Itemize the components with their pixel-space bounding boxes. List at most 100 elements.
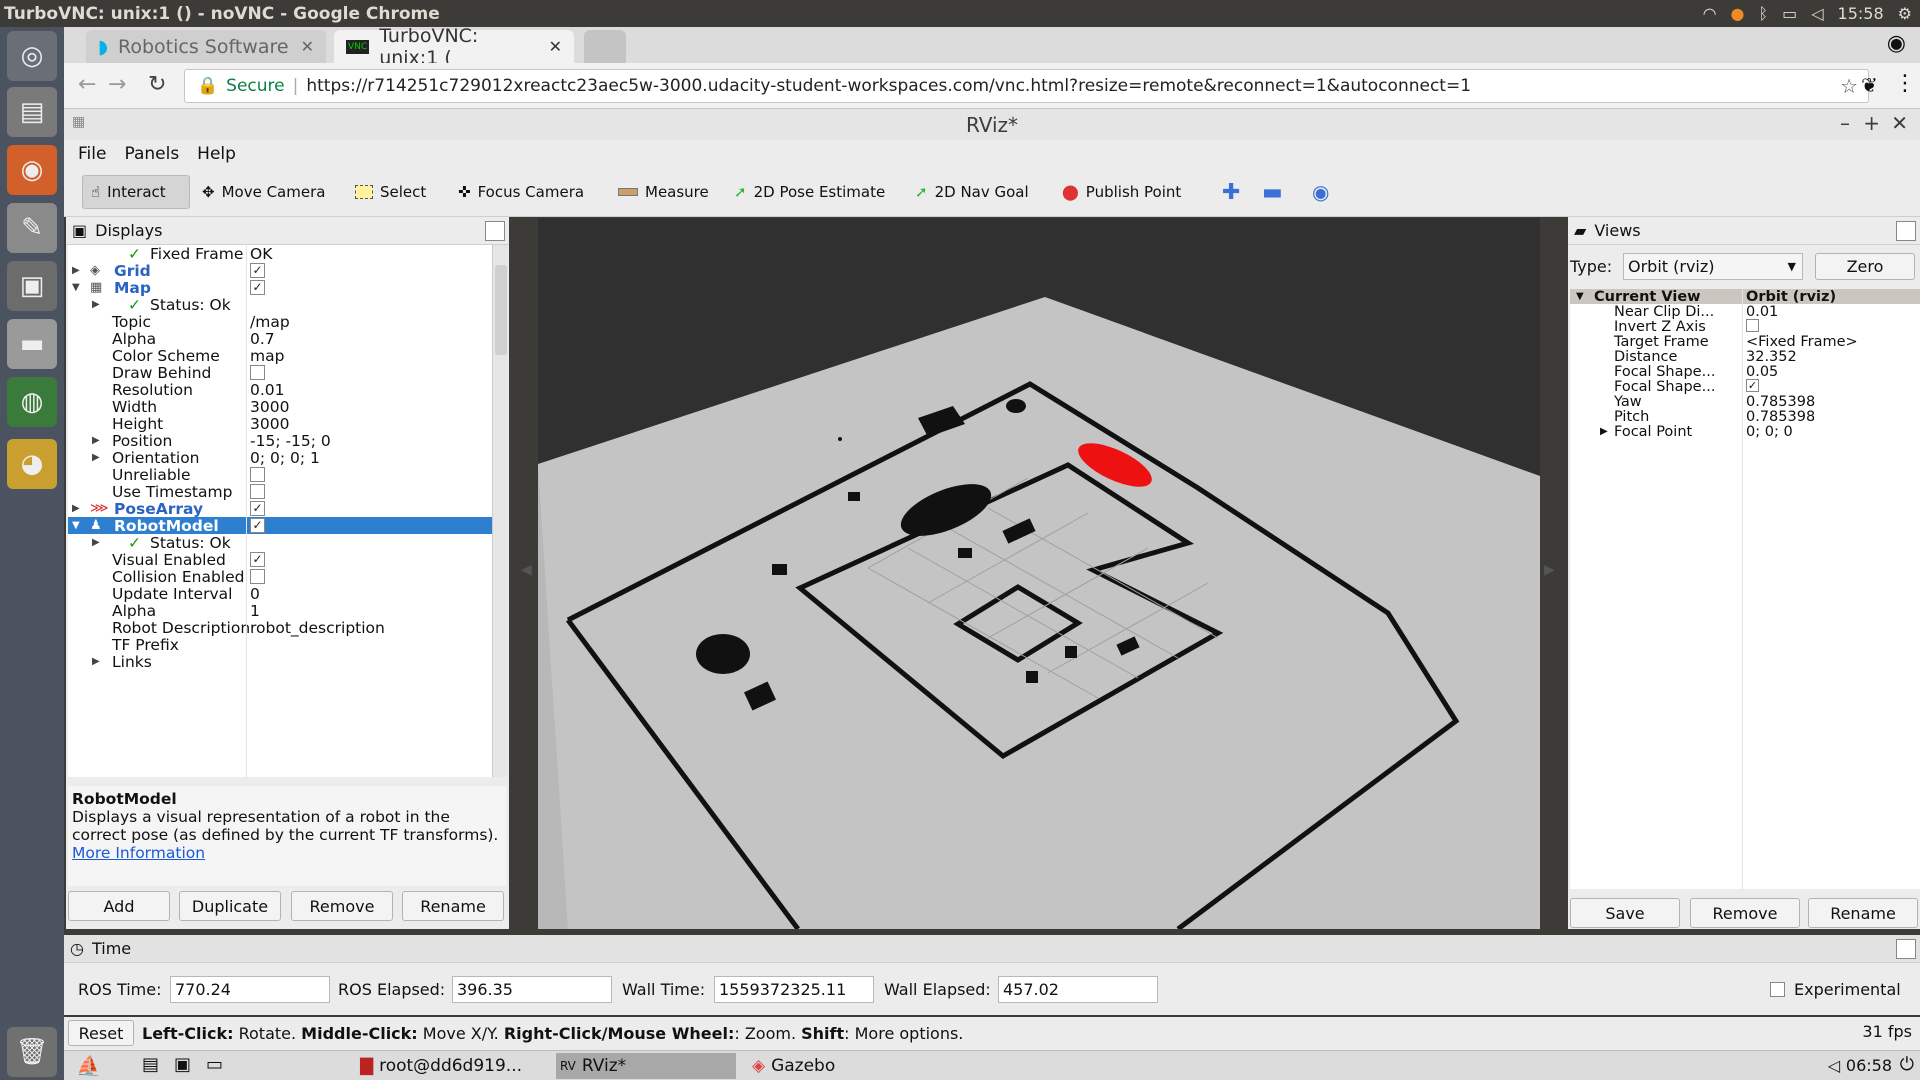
display-row-value[interactable]: ✓	[250, 501, 265, 516]
rename-view-button[interactable]: Rename	[1808, 898, 1918, 928]
collapse-left-icon[interactable]: ◀	[521, 562, 532, 578]
display-row[interactable]: Unreliable	[68, 466, 492, 484]
dash-icon[interactable]: ◎	[7, 31, 57, 81]
add-button[interactable]: Add	[68, 891, 170, 921]
display-row[interactable]: ▼ ▦ Map ✓	[68, 279, 492, 297]
view-type-select[interactable]: Orbit (rviz) ▼	[1623, 253, 1803, 280]
display-row-value[interactable]	[250, 569, 265, 584]
battery-icon[interactable]: ▭	[1782, 4, 1797, 23]
profile-icon[interactable]: ◉	[1887, 31, 1906, 56]
chevron-right-icon[interactable]: ▶	[92, 452, 100, 463]
tool-measure[interactable]: Measure	[610, 175, 717, 209]
menu-file[interactable]: File	[78, 144, 106, 164]
view-property-row[interactable]: Invert Z Axis	[1570, 319, 1920, 335]
display-row[interactable]: ✓ Fixed Frame OK	[68, 245, 492, 263]
tab-turbovnc[interactable]: VNC TurboVNC: unix:1 ( ✕	[334, 25, 574, 69]
chevron-down-icon[interactable]: ▼	[1576, 291, 1584, 302]
panel-float-button[interactable]	[1896, 220, 1916, 241]
text-editor-icon[interactable]: ✎	[7, 203, 57, 253]
taskbar-item-gazebo[interactable]: ◈ Gazebo	[752, 1053, 902, 1079]
terminal-icon[interactable]: ▣	[174, 1054, 191, 1075]
star-icon[interactable]: ☆	[1840, 74, 1858, 98]
display-row[interactable]: Draw Behind	[68, 364, 492, 382]
view-property-row[interactable]: Target Frame <Fixed Frame>	[1570, 334, 1920, 350]
tab-robotics[interactable]: ◗ Robotics Software ✕	[86, 30, 326, 63]
view-property-row[interactable]: ▼ Current View Orbit (rviz)	[1570, 289, 1920, 305]
volume-icon[interactable]: ◁	[1828, 1056, 1840, 1075]
rename-button[interactable]: Rename	[402, 891, 504, 921]
files-icon[interactable]: ▤	[7, 87, 57, 137]
chevron-right-icon[interactable]: ▶	[92, 537, 100, 548]
chrome-icon[interactable]: ◕	[7, 439, 57, 489]
start-icon[interactable]: ⛵	[76, 1054, 101, 1078]
taskbar-clock[interactable]: 06:58	[1846, 1056, 1892, 1075]
save-button[interactable]: Save	[1570, 898, 1680, 928]
trash-icon[interactable]: 🗑	[7, 1027, 57, 1077]
window-icon[interactable]: ▭	[206, 1054, 223, 1075]
chevron-right-icon[interactable]: ▶	[72, 265, 80, 276]
display-row-value[interactable]	[250, 467, 265, 482]
view-property-row[interactable]: Yaw 0.785398	[1570, 394, 1920, 410]
display-row[interactable]: Alpha 1	[68, 602, 492, 620]
display-row[interactable]: ▼ ♟ RobotModel ✓	[68, 517, 492, 535]
menu-help[interactable]: Help	[197, 144, 236, 164]
display-row-value[interactable]	[250, 484, 265, 499]
ros-elapsed-field[interactable]: 396.35	[452, 976, 612, 1003]
display-row-value[interactable]: ✓	[250, 280, 265, 295]
menu-panels[interactable]: Panels	[124, 144, 179, 164]
display-row[interactable]: Height 3000	[68, 415, 492, 433]
display-row[interactable]: Color Scheme map	[68, 347, 492, 365]
close-icon[interactable]: ✕	[301, 37, 314, 56]
view-property-row[interactable]: Near Clip Di... 0.01	[1570, 304, 1920, 320]
column-divider[interactable]	[1742, 289, 1743, 889]
remove-view-button[interactable]: Remove	[1690, 898, 1800, 928]
display-row-value[interactable]	[250, 365, 265, 380]
files-icon[interactable]: ▤	[142, 1054, 159, 1075]
display-row[interactable]: ▶ Links	[68, 653, 492, 671]
chevron-right-icon[interactable]: ▶	[72, 503, 80, 514]
reload-icon[interactable]: ↻	[148, 72, 166, 97]
volume-icon[interactable]: ◁	[1811, 4, 1823, 23]
extension-icon[interactable]: ❦	[1861, 73, 1878, 97]
display-row[interactable]: ▶ Orientation 0; 0; 0; 1	[68, 449, 492, 467]
display-row[interactable]: ▶ ✓ Status: Ok	[68, 296, 492, 314]
view-property-row[interactable]: Distance 32.352	[1570, 349, 1920, 365]
more-information-link[interactable]: More Information	[72, 844, 205, 862]
chevron-down-icon[interactable]: ▼	[72, 520, 80, 531]
chevron-right-icon[interactable]: ▶	[92, 299, 100, 310]
ros-time-field[interactable]: 770.24	[170, 976, 330, 1003]
display-row[interactable]: ▶ ⋙ PoseArray ✓	[68, 500, 492, 518]
display-row[interactable]: Update Interval 0	[68, 585, 492, 603]
forward-icon[interactable]: →	[108, 72, 126, 97]
displays-scrollbar[interactable]	[492, 245, 508, 777]
remove-button[interactable]: Remove	[291, 891, 393, 921]
wall-time-field[interactable]: 1559372325.11	[714, 976, 874, 1003]
display-row[interactable]: Use Timestamp	[68, 483, 492, 501]
display-row[interactable]: TF Prefix	[68, 636, 492, 654]
display-row-value[interactable]: ✓	[250, 552, 265, 567]
view-property-row[interactable]: Focal Shape... ✓	[1570, 379, 1920, 395]
clock[interactable]: 15:58	[1838, 4, 1884, 23]
view-property-value[interactable]: ✓	[1746, 379, 1759, 392]
display-row[interactable]: Resolution 0.01	[68, 381, 492, 399]
camera-type-icon[interactable]: ◉	[1304, 175, 1337, 209]
taskbar-item-rviz[interactable]: RV RViz*	[556, 1053, 736, 1079]
gear-icon[interactable]: ⚙	[1898, 4, 1912, 23]
column-divider[interactable]	[246, 245, 247, 777]
close-icon[interactable]: ✕	[1891, 111, 1908, 135]
display-row[interactable]: Visual Enabled ✓	[68, 551, 492, 569]
chevron-right-icon[interactable]: ▶	[92, 435, 100, 446]
display-row[interactable]: Collision Enabled	[68, 568, 492, 586]
tool-move-camera[interactable]: ✥ Move Camera	[194, 175, 333, 209]
add-tool-icon[interactable]: ✚	[1214, 175, 1248, 209]
wall-elapsed-field[interactable]: 457.02	[998, 976, 1158, 1003]
experimental-checkbox[interactable]	[1770, 982, 1785, 997]
remove-tool-icon[interactable]: ▬	[1254, 175, 1291, 209]
wifi-icon[interactable]: ◠	[1703, 4, 1717, 23]
view-property-row[interactable]: ▶ Focal Point 0; 0; 0	[1570, 424, 1920, 440]
tool-2d-nav-goal[interactable]: ➚ 2D Nav Goal	[907, 175, 1037, 209]
3d-viewport[interactable]	[538, 218, 1540, 929]
display-row[interactable]: Robot Description robot_description	[68, 619, 492, 637]
chevron-right-icon[interactable]: ▶	[92, 656, 100, 667]
display-row-value[interactable]: ✓	[250, 263, 265, 278]
